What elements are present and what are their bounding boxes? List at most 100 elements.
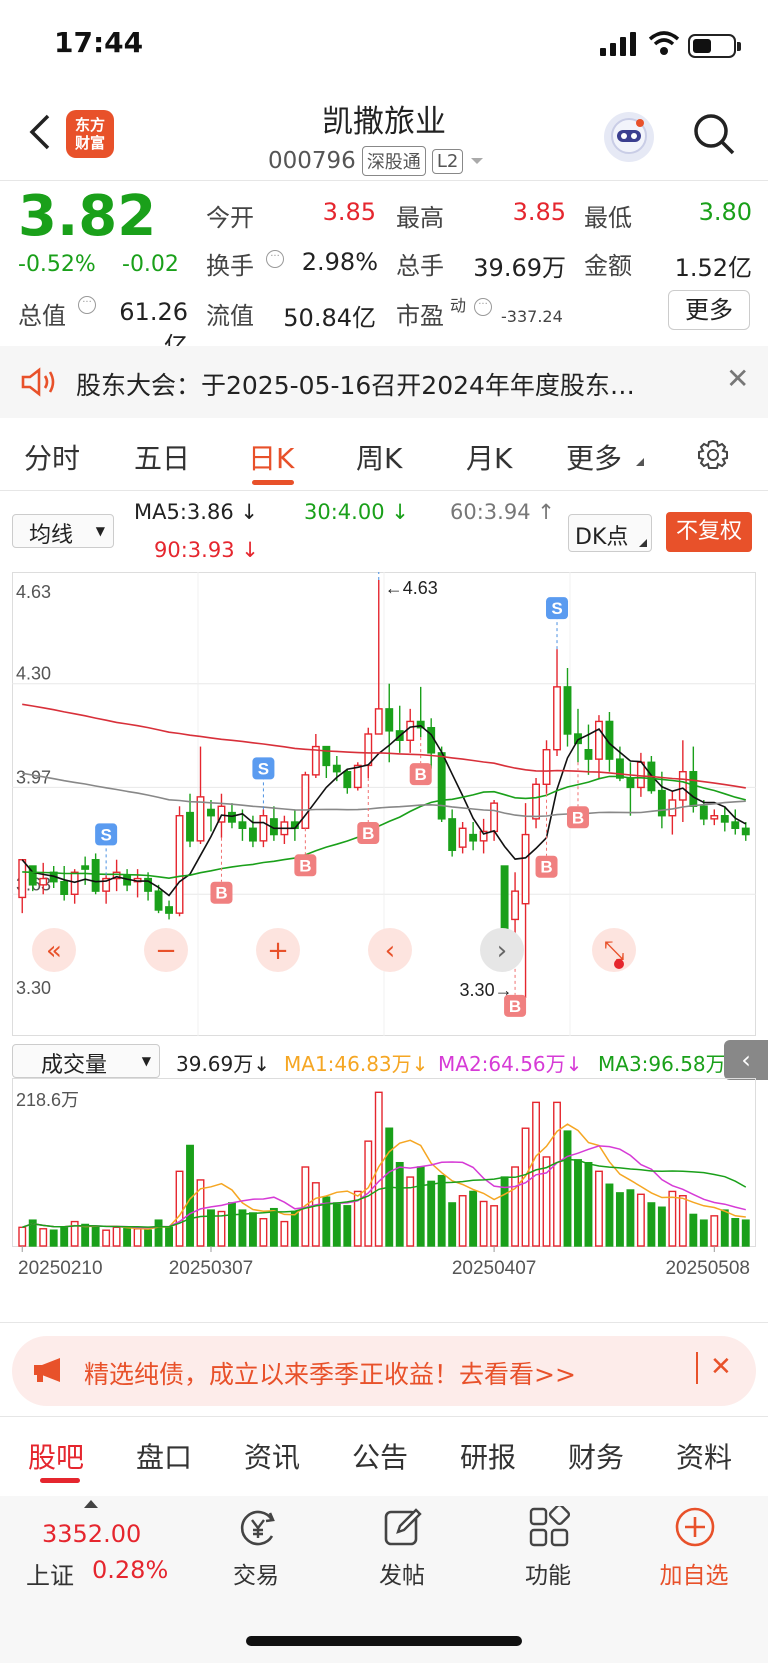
- tab-month-k[interactable]: 月K: [466, 437, 512, 477]
- tab-announcements[interactable]: 公告: [352, 1436, 408, 1476]
- buy-signal-marker: B: [566, 806, 589, 829]
- add-watchlist-icon[interactable]: [674, 1506, 716, 1548]
- more-quote-button[interactable]: 更多: [668, 290, 750, 330]
- candle-body: [228, 811, 236, 823]
- volume-bar: [647, 1202, 656, 1247]
- volume-indicator-select[interactable]: 成交量 ▼: [12, 1044, 160, 1078]
- stock-code-row[interactable]: 000796 深股通 L2: [268, 146, 485, 176]
- volume-bar: [563, 1130, 572, 1247]
- candle-body: [39, 877, 48, 886]
- index-value[interactable]: 3352.00: [42, 1520, 141, 1548]
- button-glyph: «: [46, 936, 62, 966]
- trade-yen-icon[interactable]: [236, 1508, 280, 1548]
- volume-bar: [448, 1202, 457, 1247]
- no-adjust-button[interactable]: 不复权: [666, 512, 752, 552]
- amount-value: 1.52亿: [674, 254, 752, 282]
- volume-bar: [469, 1190, 478, 1247]
- volume-bar: [269, 1207, 278, 1247]
- nav-trade[interactable]: 交易: [206, 1556, 306, 1590]
- button-glyph: ›: [497, 936, 507, 966]
- tab-week-k[interactable]: 周K: [356, 437, 402, 477]
- candle-body: [678, 771, 687, 801]
- volume-bar: [626, 1189, 635, 1247]
- tab-guba[interactable]: 股吧: [28, 1436, 84, 1476]
- close-banner-icon[interactable]: ✕: [710, 1352, 732, 1382]
- button-glyph: −: [155, 936, 177, 966]
- collapse-panel-icon[interactable]: ‹: [724, 1040, 768, 1080]
- tag-sgt: 深股通: [361, 146, 426, 176]
- candle-body: [437, 752, 446, 820]
- volume-bar: [437, 1174, 446, 1247]
- tab-finance[interactable]: 财务: [568, 1436, 624, 1476]
- volume-axis-label: 218.6万: [16, 1090, 79, 1110]
- candle-body: [636, 761, 645, 789]
- tab-news[interactable]: 资讯: [244, 1436, 300, 1476]
- candle-body: [615, 758, 624, 779]
- function-grid-icon[interactable]: [528, 1506, 570, 1548]
- volume-bar: [427, 1180, 436, 1247]
- candle-body: [70, 871, 79, 895]
- assistant-avatar[interactable]: [604, 112, 654, 162]
- volume-bar: [584, 1161, 593, 1247]
- candle-body: [196, 796, 205, 842]
- candle-body: [332, 764, 341, 773]
- index-percent[interactable]: 0.28%: [92, 1556, 168, 1584]
- post-edit-icon[interactable]: [382, 1506, 424, 1548]
- volume-bar: [741, 1219, 750, 1247]
- sell-signal-marker: S: [95, 823, 118, 846]
- settings-gear-icon[interactable]: [696, 438, 730, 472]
- float-label: 流值: [206, 302, 254, 330]
- volume-bar: [479, 1200, 488, 1247]
- nav-function[interactable]: 功能: [498, 1556, 598, 1590]
- volume-bar: [678, 1195, 687, 1247]
- indicator-select[interactable]: 均线 ▼: [12, 514, 114, 548]
- info-icon[interactable]: ···: [474, 298, 492, 316]
- notice-text: 股东大会：于2025-05-16召开2024年年度股东…: [76, 371, 635, 400]
- volume-bar: [175, 1170, 184, 1247]
- candle-body: [18, 859, 27, 899]
- info-icon[interactable]: ···: [78, 296, 96, 314]
- signal-icon: [600, 32, 636, 56]
- candle-body: [385, 708, 394, 732]
- tab-fenshi[interactable]: 分时: [24, 437, 80, 477]
- tab-day-k[interactable]: 日K: [248, 437, 294, 477]
- buy-signal-marker: B: [294, 854, 317, 877]
- pe-value: -337.24: [501, 307, 563, 326]
- volume-bar: [18, 1226, 27, 1247]
- candle-body: [595, 720, 603, 760]
- search-icon[interactable]: [692, 112, 736, 156]
- volume-bar: [311, 1182, 320, 1247]
- tab-more[interactable]: 更多: [566, 437, 622, 477]
- candlestick-chart[interactable]: 4.634.303.973.633.30←4.633.30→SBSBBSBBBS…: [12, 572, 756, 1036]
- info-icon[interactable]: ···: [266, 250, 284, 268]
- fullscreen-button[interactable]: ⤡: [592, 928, 636, 972]
- tab-5day[interactable]: 五日: [134, 437, 190, 477]
- x-tick-label: 20250407: [452, 1258, 537, 1278]
- volume-chart[interactable]: 218.6万 20250210 20250307 20250407 20250508: [12, 1078, 756, 1278]
- divider: [0, 1416, 768, 1417]
- candle-body: [563, 686, 572, 735]
- scroll-left-button[interactable]: ‹: [368, 928, 412, 972]
- scroll-left-fast-button[interactable]: «: [32, 928, 76, 972]
- volume-bar: [290, 1210, 299, 1247]
- sell-signal-marker: S: [252, 757, 275, 780]
- tab-pankou[interactable]: 盘口: [136, 1436, 192, 1476]
- volume-bar: [521, 1127, 530, 1247]
- index-name[interactable]: 上证: [26, 1556, 74, 1591]
- dk-point-select[interactable]: DK点: [568, 514, 652, 552]
- x-tick-label: 20250307: [169, 1258, 254, 1278]
- mktcap-label: 总值: [18, 302, 66, 330]
- button-glyph: +: [267, 936, 289, 966]
- tab-profile[interactable]: 资料: [676, 1436, 732, 1476]
- volume-bar: [511, 1166, 520, 1247]
- candle-body: [469, 833, 478, 842]
- zoom-in-button[interactable]: +: [256, 928, 300, 972]
- nav-add-watchlist[interactable]: 加自选: [644, 1556, 744, 1590]
- zoom-out-button[interactable]: −: [144, 928, 188, 972]
- nav-post[interactable]: 发帖: [352, 1556, 452, 1590]
- volume-value: 39.69万↓: [176, 1052, 271, 1076]
- tab-research[interactable]: 研报: [460, 1436, 516, 1476]
- scroll-right-button[interactable]: ›: [480, 928, 524, 972]
- volume-bar: [165, 1226, 173, 1247]
- close-notice-icon[interactable]: ✕: [726, 362, 749, 395]
